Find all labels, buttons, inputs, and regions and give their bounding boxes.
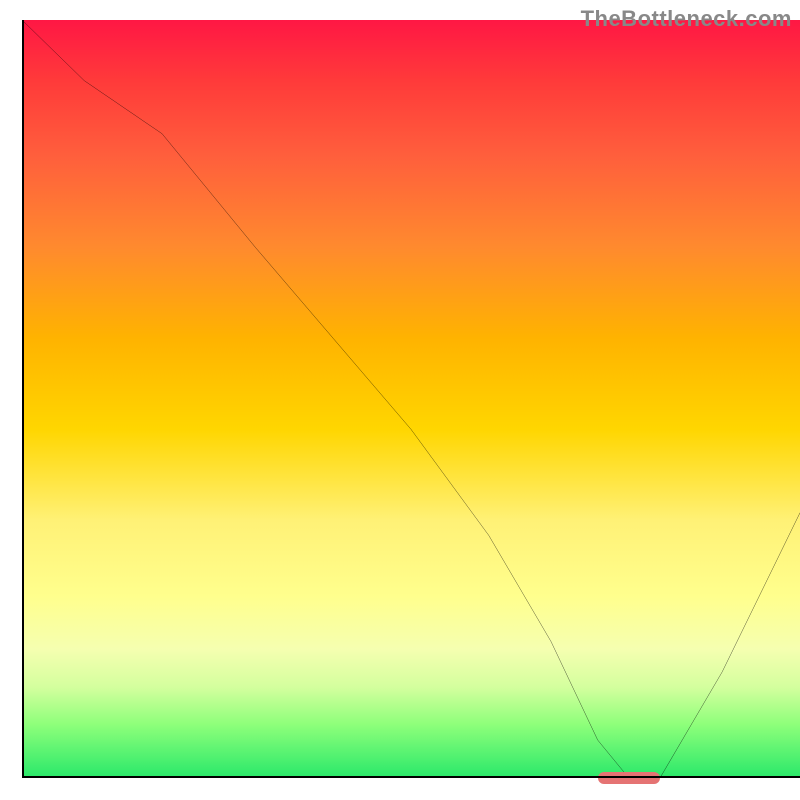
y-axis xyxy=(22,20,24,778)
x-axis xyxy=(22,776,800,778)
attribution-label: TheBottleneck.com xyxy=(581,6,792,32)
chart-container: TheBottleneck.com xyxy=(0,0,800,800)
plot-background-gradient xyxy=(22,20,800,778)
optimal-range-marker xyxy=(598,772,660,784)
bottleneck-curve xyxy=(22,20,800,778)
